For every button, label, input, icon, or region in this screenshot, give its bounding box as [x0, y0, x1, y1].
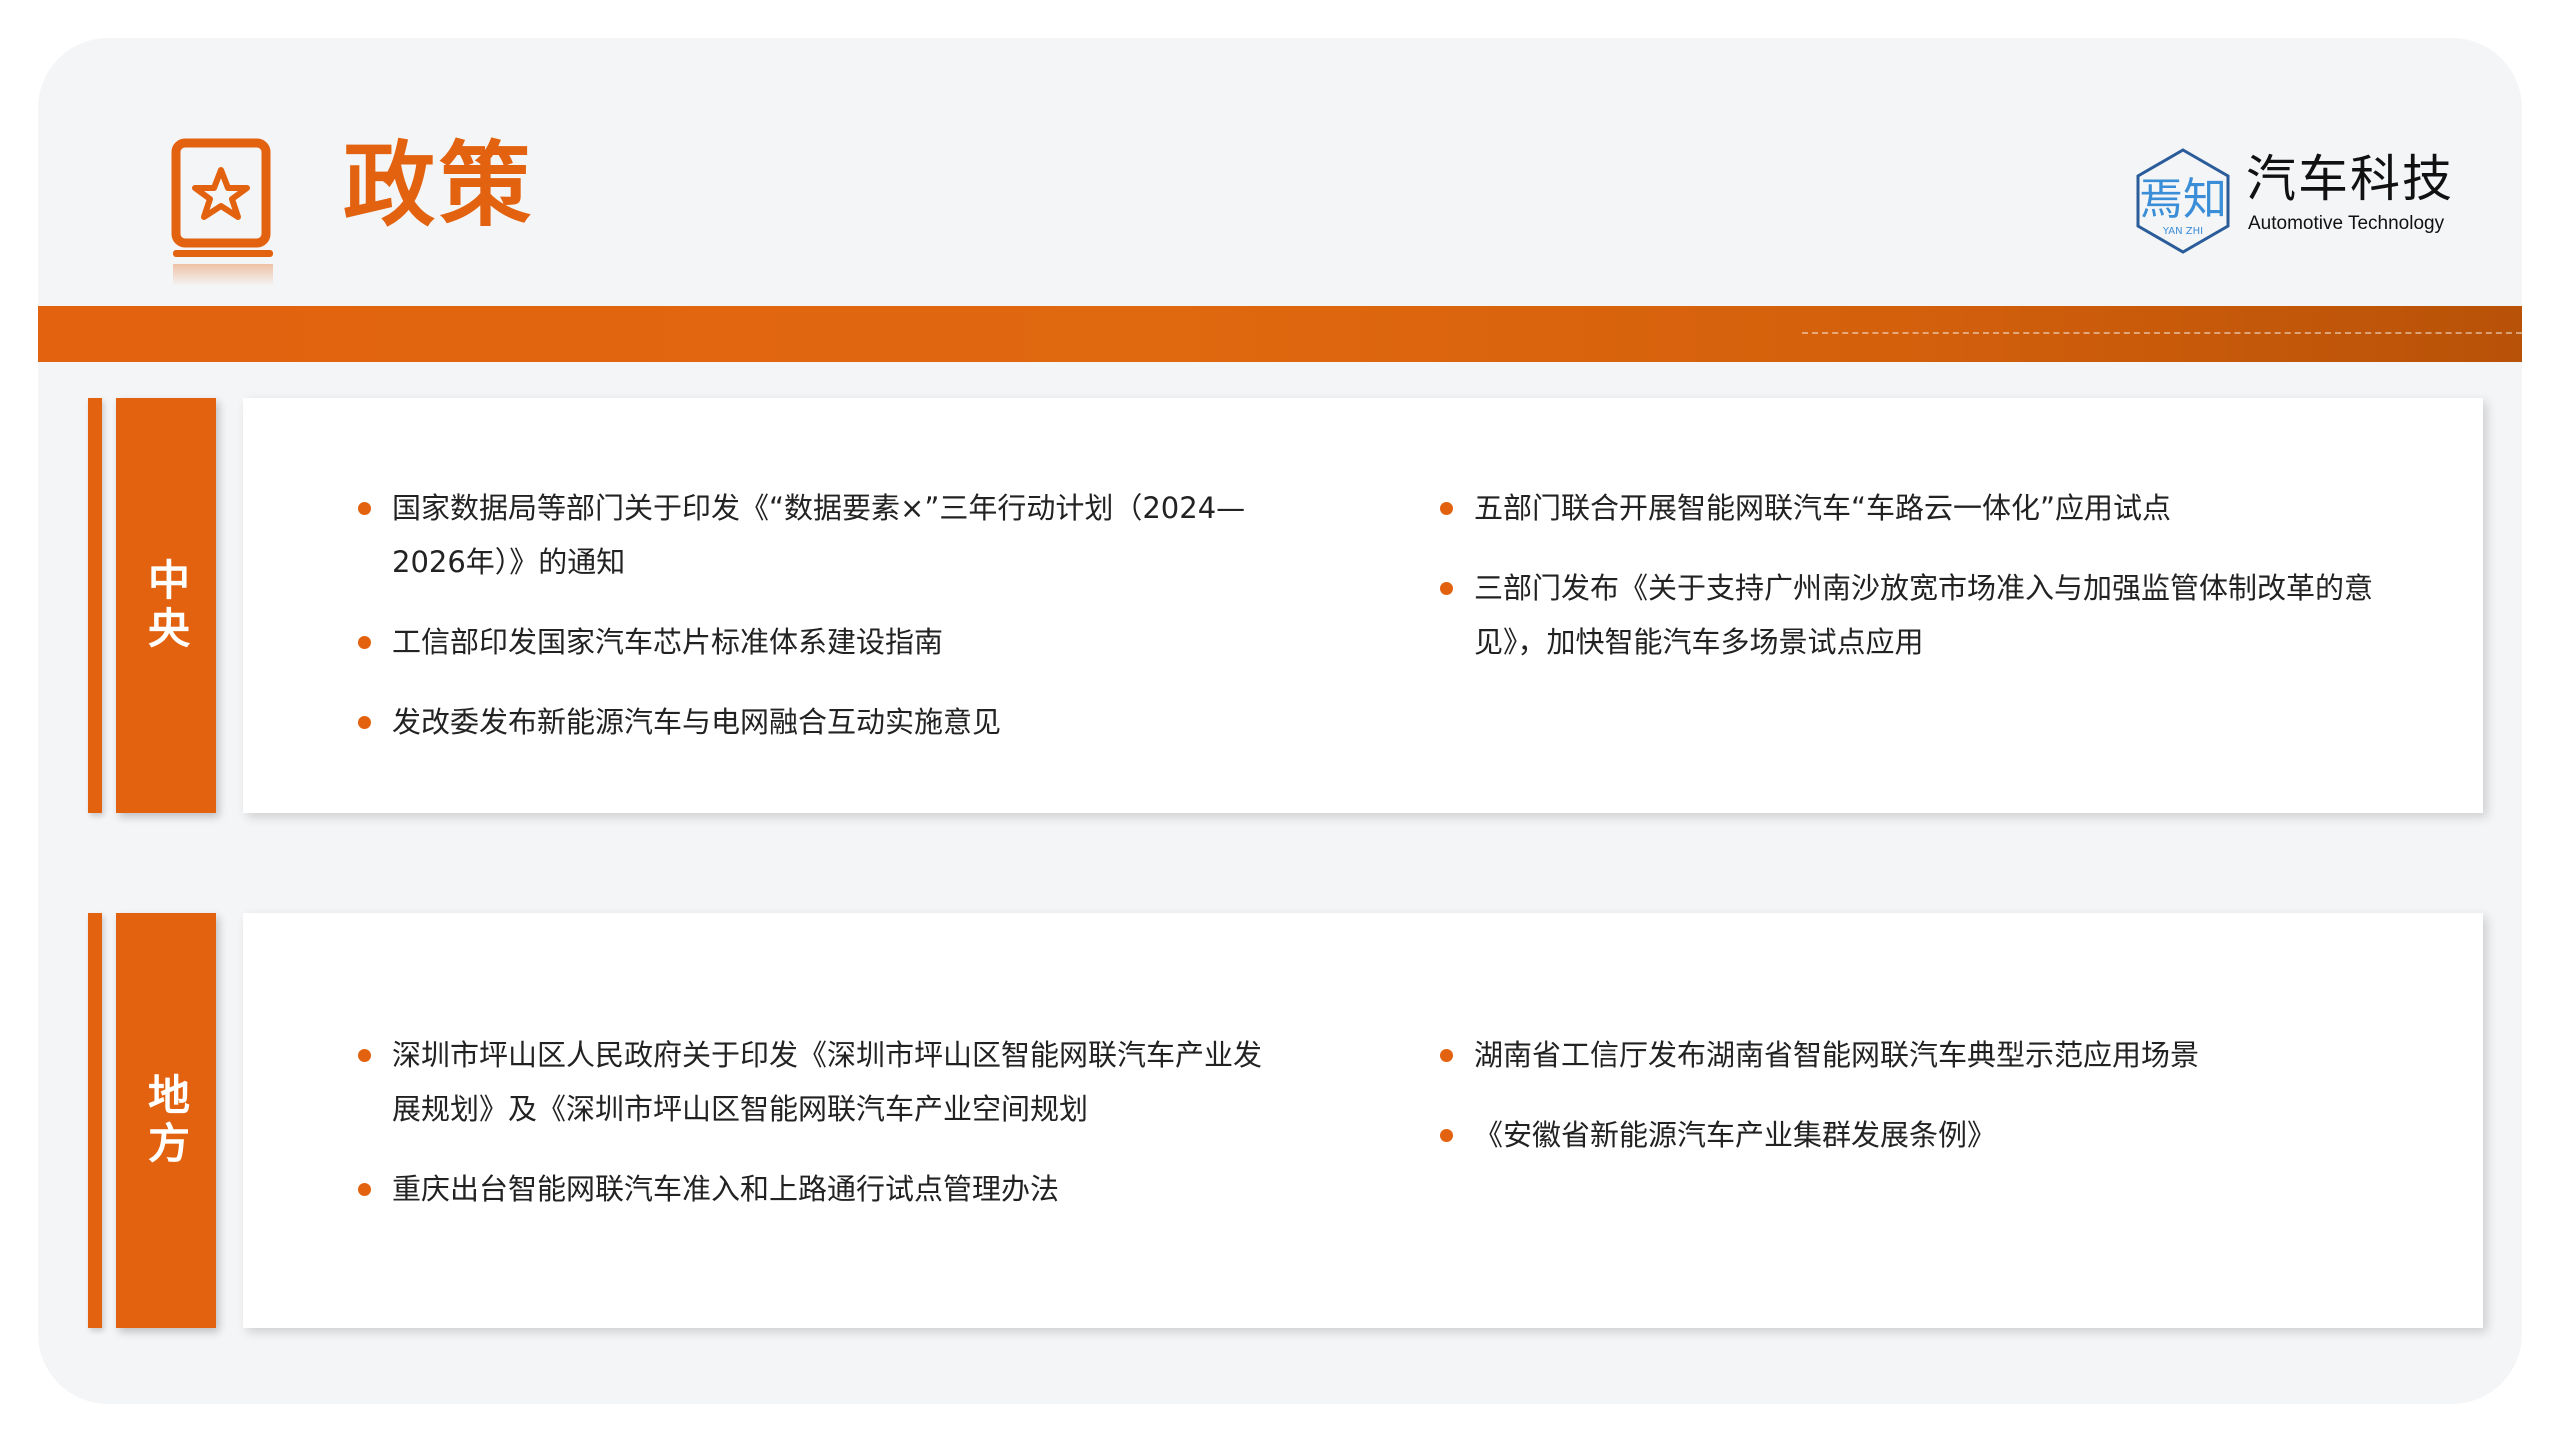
section-label-central: 中央 — [116, 398, 216, 813]
slide-panel: 政策 焉知 YAN ZHI 汽车科技 Automotive Technology… — [38, 38, 2522, 1404]
list-item: 重庆出台智能网联汽车准入和上路通行试点管理办法 — [358, 1162, 1288, 1216]
svg-text:YAN ZHI: YAN ZHI — [2162, 226, 2203, 237]
bullet-dot-icon — [358, 1049, 371, 1062]
bullet-dot-icon — [1440, 502, 1453, 515]
list-item: 三部门发布《关于支持广州南沙放宽市场准入与加强监管体制改革的意见》，加快智能汽车… — [1440, 561, 2400, 669]
logo-name-cn: 汽车科技 — [2246, 150, 2454, 208]
bullet-dot-icon — [358, 716, 371, 729]
logo-name-en: Automotive Technology — [2248, 213, 2445, 234]
local-right-column: 湖南省工信厅发布湖南省智能网联汽车典型示范应用场景 《安徽省新能源汽车产业集群发… — [1440, 1028, 2400, 1188]
section-card-central: 国家数据局等部门关于印发《“数据要素×”三年行动计划（2024—2026年）》的… — [243, 398, 2483, 813]
section-label-local: 地方 — [116, 913, 216, 1328]
list-item: 湖南省工信厅发布湖南省智能网联汽车典型示范应用场景 — [1440, 1028, 2400, 1082]
list-item: 《安徽省新能源汽车产业集群发展条例》 — [1440, 1108, 2400, 1162]
local-left-column: 深圳市坪山区人民政府关于印发《深圳市坪山区智能网联汽车产业发展规划》及《深圳市坪… — [358, 1028, 1288, 1242]
list-item: 五部门联合开展智能网联汽车“车路云一体化”应用试点 — [1440, 481, 2400, 535]
bullet-dot-icon — [1440, 582, 1453, 595]
section-label-text: 中央 — [141, 557, 191, 654]
bullet-dot-icon — [1440, 1129, 1453, 1142]
band-dashed-line — [1802, 332, 2522, 334]
bullet-dot-icon — [358, 1183, 371, 1196]
section-accent-bar — [88, 398, 102, 813]
section-accent-bar — [88, 913, 102, 1328]
header-band — [38, 306, 2522, 362]
company-logo: 焉知 YAN ZHI 汽车科技 Automotive Technology — [2128, 146, 2458, 256]
page-title: 政策 — [343, 132, 536, 239]
list-item: 国家数据局等部门关于印发《“数据要素×”三年行动计划（2024—2026年）》的… — [358, 481, 1288, 589]
section-central: 中央 国家数据局等部门关于印发《“数据要素×”三年行动计划（2024—2026年… — [88, 398, 2522, 818]
bullet-dot-icon — [1440, 1049, 1453, 1062]
central-left-column: 国家数据局等部门关于印发《“数据要素×”三年行动计划（2024—2026年）》的… — [358, 481, 1288, 775]
yanzhi-logo-icon: 焉知 YAN ZHI — [2136, 148, 2230, 254]
section-label-text: 地方 — [141, 1072, 191, 1169]
list-item: 深圳市坪山区人民政府关于印发《深圳市坪山区智能网联汽车产业发展规划》及《深圳市坪… — [358, 1028, 1288, 1136]
bullet-dot-icon — [358, 636, 371, 649]
bullet-dot-icon — [358, 502, 371, 515]
section-card-local: 深圳市坪山区人民政府关于印发《深圳市坪山区智能网联汽车产业发展规划》及《深圳市坪… — [243, 913, 2483, 1328]
list-item: 发改委发布新能源汽车与电网融合互动实施意见 — [358, 695, 1288, 749]
svg-text:焉知: 焉知 — [2139, 174, 2227, 225]
list-item: 工信部印发国家汽车芯片标准体系建设指南 — [358, 615, 1288, 669]
central-right-column: 五部门联合开展智能网联汽车“车路云一体化”应用试点 三部门发布《关于支持广州南沙… — [1440, 481, 2400, 695]
section-local: 地方 深圳市坪山区人民政府关于印发《深圳市坪山区智能网联汽车产业发展规划》及《深… — [88, 913, 2522, 1333]
